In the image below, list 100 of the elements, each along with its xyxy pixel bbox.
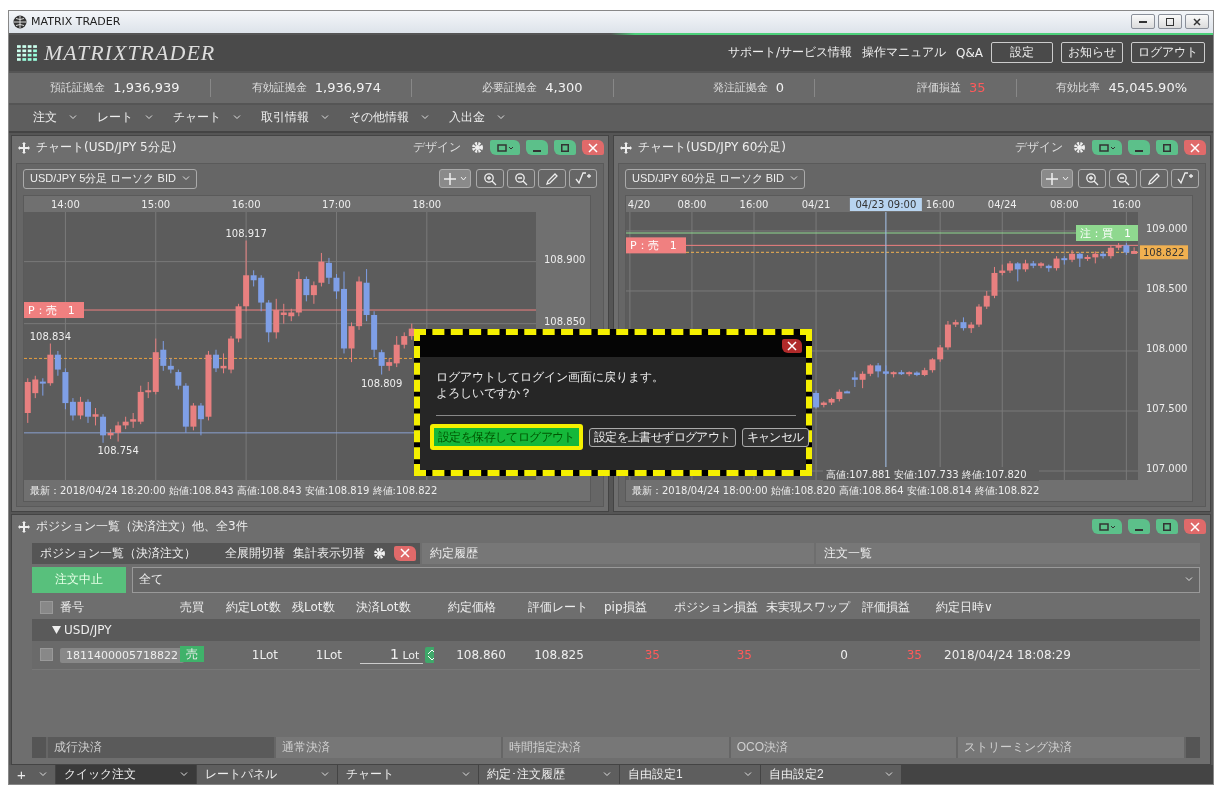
workspace-tab[interactable]: 約定･注文履歴 — [479, 765, 619, 784]
account-value: 4,300 — [545, 80, 583, 96]
dialog-button[interactable]: キャンセル — [741, 427, 809, 447]
tab[interactable]: ポジション一覧（決済注文） — [36, 544, 200, 562]
spinner-icon[interactable] — [425, 646, 434, 663]
column-header[interactable]: 約定価格 — [448, 599, 528, 617]
settings-icon[interactable] — [471, 141, 484, 155]
add-tab-button[interactable]: + — [9, 765, 55, 784]
column-header[interactable]: 約定Lot数 — [226, 599, 292, 617]
close-button[interactable] — [394, 545, 416, 561]
column-header[interactable]: 評価レート — [528, 599, 604, 617]
header-link[interactable]: サポート/サービス情報 — [727, 44, 852, 62]
close-icon — [400, 548, 410, 559]
panel-title: ポジション一覧（決済注文）他、全3件 — [36, 518, 248, 536]
workspace-tab[interactable]: チャート — [338, 765, 478, 784]
minimize-button[interactable] — [1128, 519, 1150, 535]
price-label: 108.754 — [97, 444, 139, 456]
caret-icon — [145, 115, 153, 121]
chart-type-select[interactable]: USD/JPY 60分足 ローソク BID — [625, 168, 805, 189]
menu-item[interactable]: チャート — [167, 107, 247, 129]
time-axis-label: 18:00 — [412, 198, 442, 210]
maximize-button[interactable] — [1158, 14, 1182, 30]
minimize-button[interactable] — [1128, 140, 1150, 156]
layout-button[interactable] — [490, 140, 520, 156]
tab[interactable]: 注文一覧 — [820, 544, 876, 562]
workspace-tab[interactable]: 自由設定1 — [620, 765, 760, 784]
menu-item[interactable]: 取引情報 — [255, 107, 335, 129]
candlestick — [813, 389, 820, 409]
trendline-button[interactable] — [569, 169, 597, 189]
toggle-button[interactable]: 全展開切替 — [225, 544, 285, 562]
menu-item[interactable]: 入出金 — [443, 107, 511, 129]
zoom-out-button[interactable] — [1109, 169, 1137, 189]
menu-item[interactable]: 注文 — [27, 107, 83, 129]
table-cell-text: 0 — [839, 647, 849, 662]
layout-button[interactable] — [1092, 519, 1122, 535]
pencil-button[interactable] — [1140, 169, 1168, 189]
move-icon[interactable] — [620, 141, 632, 154]
checkbox[interactable] — [40, 601, 53, 615]
column-header[interactable]: ポジション損益 — [674, 599, 766, 617]
dialog-button[interactable]: 設定を上書せずログアウト — [588, 427, 736, 447]
move-icon[interactable] — [18, 141, 30, 154]
price-label: 108.809 — [360, 377, 403, 389]
column-header[interactable]: 売買 — [180, 599, 226, 617]
group-name: USD/JPY — [64, 622, 112, 637]
maximize-button[interactable] — [1156, 140, 1178, 156]
chart-type-select[interactable]: USD/JPY 5分足 ローソク BID — [23, 168, 197, 189]
menu-item[interactable]: その他情報 — [343, 107, 435, 129]
pencil-button[interactable] — [538, 169, 566, 189]
close-button[interactable] — [782, 339, 802, 353]
maximize-button[interactable] — [554, 140, 576, 156]
zoom-out-button[interactable] — [507, 169, 535, 189]
zoom-in-icon — [483, 171, 497, 186]
crosshair-button[interactable] — [439, 169, 471, 189]
menu-item[interactable]: レート — [91, 107, 159, 129]
settings-icon[interactable] — [373, 546, 386, 560]
zoom-in-button[interactable] — [1078, 169, 1106, 189]
column-header[interactable]: pip損益 — [604, 599, 674, 617]
header-button[interactable]: ログアウト — [1131, 42, 1205, 64]
column-header[interactable]: 約定日時∨ — [936, 599, 1200, 617]
header-link[interactable]: Q&A — [956, 45, 983, 60]
design-link[interactable]: デザイン — [413, 139, 461, 157]
workspace-tab[interactable]: 自由設定2 — [761, 765, 901, 784]
column-header[interactable]: 残Lot数 — [292, 599, 356, 617]
column-header[interactable]: 評価損益 — [862, 599, 936, 617]
column-header[interactable]: 未実現スワップ — [766, 599, 862, 617]
maximize-button[interactable] — [1156, 519, 1178, 535]
dialog-button[interactable]: 設定を保存してログアウト — [430, 424, 583, 450]
caret-icon — [497, 115, 505, 121]
minimize-button[interactable] — [526, 140, 548, 156]
candlestick — [160, 340, 167, 372]
checkbox[interactable] — [40, 648, 53, 662]
close-icon — [787, 341, 797, 351]
toggle-button[interactable]: 集計表示切替 — [293, 544, 365, 562]
minimize-button[interactable] — [1131, 14, 1155, 30]
trendline-button[interactable] — [1171, 169, 1199, 189]
header-button[interactable]: お知らせ — [1061, 42, 1123, 64]
design-link[interactable]: デザイン — [1015, 139, 1063, 157]
expand-triangle-icon[interactable] — [52, 625, 61, 634]
header-button[interactable]: 設定 — [991, 42, 1053, 64]
zoom-in-button[interactable] — [476, 169, 504, 189]
settings-icon[interactable] — [1073, 141, 1086, 155]
candlestick — [378, 348, 385, 375]
window-caret-icon — [1098, 522, 1116, 531]
column-header[interactable]: 番号 — [60, 599, 180, 617]
layout-button[interactable] — [1092, 140, 1122, 156]
move-icon[interactable] — [18, 520, 30, 533]
time-axis-label: 4/20 — [627, 198, 651, 210]
workspace-tab[interactable]: クイック注文 — [56, 765, 196, 784]
candlestick — [318, 252, 325, 287]
time-axis-label: 16:00 — [231, 198, 261, 210]
tab[interactable]: 約定履歴 — [426, 544, 482, 562]
lot-input[interactable]: 1 Lot — [360, 645, 424, 664]
header-link[interactable]: 操作マニュアル — [862, 44, 946, 62]
crosshair-button[interactable] — [1041, 169, 1073, 189]
zoom-out-icon — [514, 171, 528, 186]
workspace-tab[interactable]: レートパネル — [197, 765, 337, 784]
close-button[interactable] — [1185, 14, 1209, 30]
filter-dropdown[interactable]: 全て — [132, 566, 1200, 593]
candlestick — [875, 362, 882, 378]
column-header[interactable]: 決済Lot数 — [356, 599, 448, 617]
